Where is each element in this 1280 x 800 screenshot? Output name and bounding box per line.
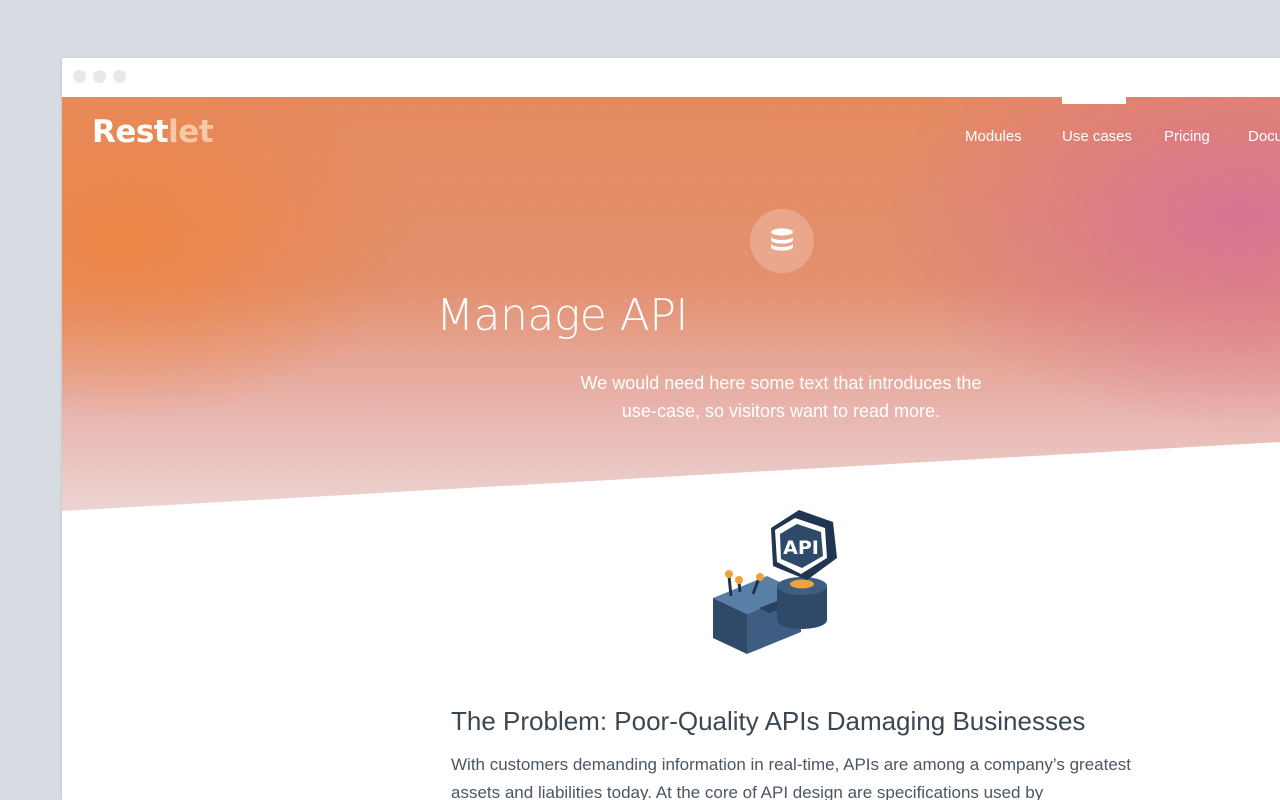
api-management-illustration: API — [707, 510, 847, 665]
window-minimize-dot[interactable] — [93, 70, 106, 83]
nav-active-indicator — [1062, 97, 1126, 104]
hero-title: Manage API — [436, 290, 688, 341]
window-close-dot[interactable] — [73, 70, 86, 83]
hero-subtitle: We would need here some text that introd… — [580, 373, 982, 421]
nav-item-pricing[interactable]: Pricing — [1164, 128, 1210, 145]
section-body-text: With customers demanding information in … — [451, 755, 1131, 800]
nav-item-use-cases[interactable]: Use cases — [1062, 128, 1132, 145]
browser-window: Restlet Modules Use cases Pricing Docu M… — [62, 58, 1280, 800]
database-icon — [750, 209, 814, 273]
problem-section: The Problem: Poor-Quality APIs Damaging … — [451, 706, 1141, 800]
api-badge-text: API — [783, 537, 819, 559]
nav-item-docs[interactable]: Docu — [1248, 128, 1280, 145]
window-maximize-dot[interactable] — [113, 70, 126, 83]
section-heading: The Problem: Poor-Quality APIs Damaging … — [451, 706, 1086, 736]
nav-item-modules[interactable]: Modules — [965, 128, 1022, 145]
main-nav: Modules Use cases Pricing Docu — [62, 97, 1280, 157]
browser-titlebar — [62, 58, 1280, 98]
